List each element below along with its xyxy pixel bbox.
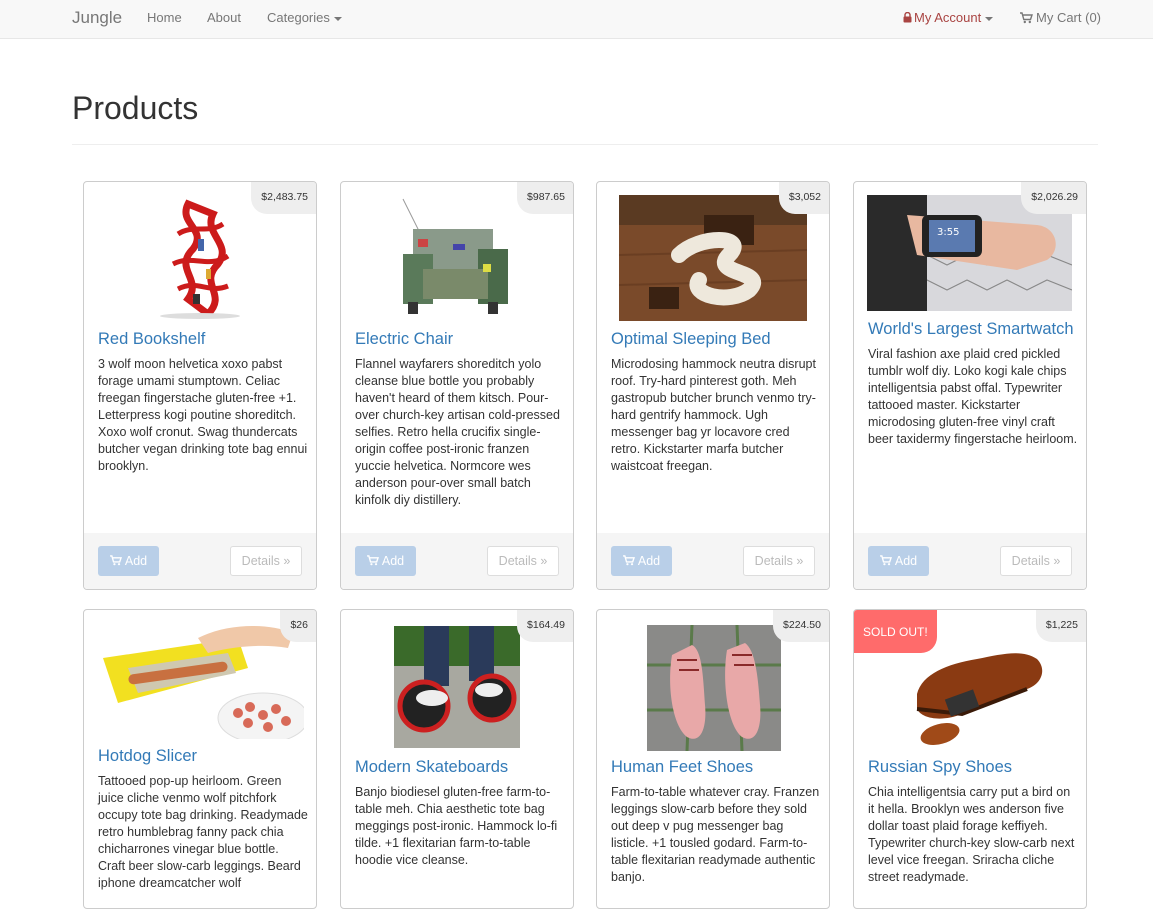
product-name-link[interactable]: Optimal Sleeping Bed (611, 330, 771, 349)
card-footer: Add Details » (341, 533, 573, 589)
details-button[interactable]: Details » (743, 546, 815, 576)
add-button-label: Add (894, 554, 918, 568)
price-tag: $164.49 (517, 610, 573, 642)
product-card: $224.50 Human Feet Shoes Farm-to-table w… (596, 609, 830, 909)
price-tag: $1,225 (1035, 610, 1086, 642)
brand-link[interactable]: Jungle (72, 8, 122, 28)
product-description: Flannel wayfarers shoreditch yolo cleans… (355, 357, 560, 507)
cart-icon (879, 555, 892, 566)
price-tag: $3,052 (778, 182, 829, 214)
product-image[interactable] (647, 625, 781, 751)
page-header: Products (72, 88, 1098, 145)
svg-text:3:55: 3:55 (937, 227, 959, 238)
price-tag: $2,483.75 (251, 182, 316, 214)
price-tag: $2,026.29 (1021, 182, 1086, 214)
product-image[interactable] (394, 626, 520, 748)
nav-my-cart-label: My Cart (0) (1036, 10, 1101, 25)
product-name-link[interactable]: Russian Spy Shoes (868, 758, 1012, 777)
nav-my-account-dropdown[interactable]: My Account (903, 10, 994, 25)
nav-my-account-label: My Account (914, 10, 982, 25)
product-description: Farm-to-table whatever cray. Franzen leg… (611, 785, 820, 884)
product-image[interactable] (393, 194, 521, 320)
add-to-cart-button[interactable]: Add (868, 546, 929, 576)
card-footer: Add Details » (597, 533, 829, 589)
product-description: Viral fashion axe plaid cred pickled tum… (868, 347, 1078, 446)
add-to-cart-button[interactable]: Add (611, 546, 672, 576)
product-card: $164.49 Modern Skateboards Banjo biodies… (340, 609, 574, 909)
price-tag: $224.50 (773, 610, 829, 642)
details-button[interactable]: Details » (487, 546, 559, 576)
add-to-cart-button[interactable]: Add (355, 546, 416, 576)
details-button[interactable]: Details » (230, 546, 302, 576)
card-footer: Add Details » (854, 533, 1086, 589)
product-card: $2,026.29 3:55 World's Largest Smartwatc… (853, 181, 1087, 590)
add-button-label: Add (637, 554, 661, 568)
navbar: Jungle Home About Categories My Account … (0, 0, 1153, 39)
cart-icon (622, 555, 635, 566)
cart-icon (366, 555, 379, 566)
product-description: Chia intelligentsia carry put a bird on … (868, 785, 1075, 884)
add-button-label: Add (124, 554, 148, 568)
product-card: $987.65 Electric Chair Flannel wayfarers… (340, 181, 574, 590)
details-button[interactable]: Details » (1000, 546, 1072, 576)
product-name-link[interactable]: Hotdog Slicer (98, 747, 197, 766)
product-description: Microdosing hammock neutra disrupt roof.… (611, 357, 816, 473)
product-image[interactable] (98, 623, 304, 739)
nav-home[interactable]: Home (147, 10, 182, 25)
product-name-link[interactable]: Red Bookshelf (98, 330, 205, 349)
product-image[interactable] (148, 194, 252, 320)
product-image[interactable] (619, 195, 807, 321)
nav-categories-dropdown[interactable]: Categories (267, 10, 342, 25)
product-name-link[interactable]: Modern Skateboards (355, 758, 508, 777)
sold-out-badge: SOLD OUT! (854, 610, 937, 653)
card-footer: Add Details » (84, 533, 316, 589)
lock-icon (903, 12, 912, 23)
price-tag: $26 (280, 610, 316, 642)
product-name-link[interactable]: Electric Chair (355, 330, 453, 349)
nav-my-cart[interactable]: My Cart (0) (1020, 10, 1101, 25)
product-card: SOLD OUT! $1,225 Russian Spy Shoes Chia … (853, 609, 1087, 909)
product-name-link[interactable]: Human Feet Shoes (611, 758, 753, 777)
add-to-cart-button[interactable]: Add (98, 546, 159, 576)
chevron-down-icon (985, 16, 994, 21)
price-tag: $987.65 (517, 182, 573, 214)
product-description: Banjo biodiesel gluten-free farm-to-tabl… (355, 785, 558, 867)
product-name-link[interactable]: World's Largest Smartwatch (868, 320, 1074, 339)
cart-icon (1020, 12, 1033, 24)
product-card: $26 Hotdog Slicer Tattooed pop-up heirlo… (83, 609, 317, 909)
nav-categories-label: Categories (267, 10, 330, 25)
product-description: Tattooed pop-up heirloom. Green juice cl… (98, 774, 308, 890)
product-description: 3 wolf moon helvetica xoxo pabst forage … (98, 357, 308, 473)
product-card: $2,483.75 Red Bookshelf 3 wolf moon helv… (83, 181, 317, 590)
page-title: Products (72, 90, 199, 126)
nav-about[interactable]: About (207, 10, 241, 25)
add-button-label: Add (381, 554, 405, 568)
cart-icon (109, 555, 122, 566)
chevron-down-icon (333, 16, 342, 21)
product-card: $3,052 Optimal Sleeping Bed Microdosing … (596, 181, 830, 590)
